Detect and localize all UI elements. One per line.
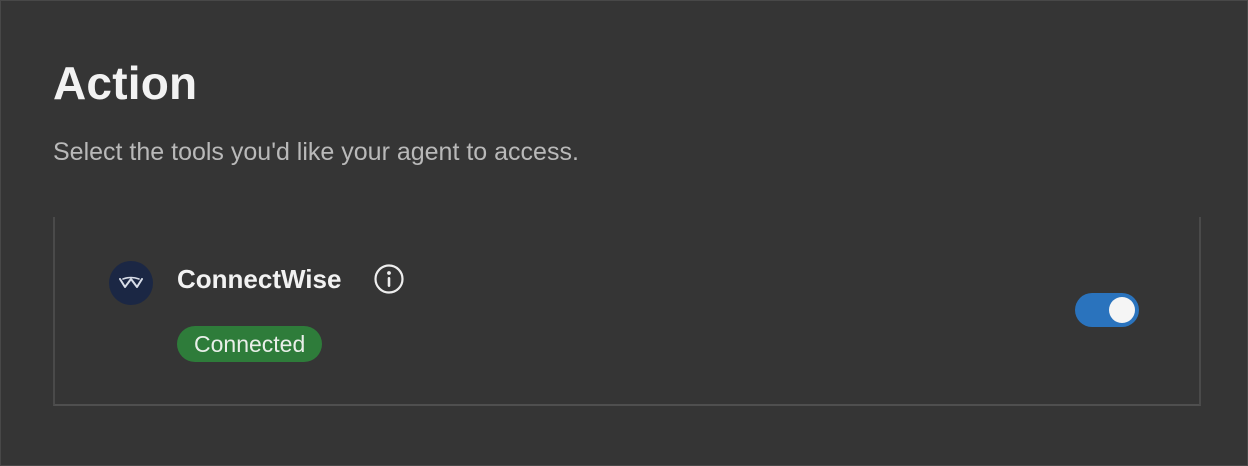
tool-card-connectwise: ConnectWise Connected: [53, 217, 1201, 406]
action-panel: Action Select the tools you'd like your …: [0, 0, 1248, 466]
info-icon[interactable]: [373, 263, 405, 295]
connectwise-logo-icon: [109, 261, 153, 305]
page-title: Action: [53, 57, 198, 109]
tool-name: ConnectWise: [177, 264, 342, 294]
toggle-knob: [1109, 297, 1135, 323]
status-badge: Connected: [177, 326, 323, 362]
tool-enable-toggle[interactable]: [1075, 293, 1139, 327]
page-subtitle: Select the tools you'd like your agent t…: [53, 138, 579, 166]
